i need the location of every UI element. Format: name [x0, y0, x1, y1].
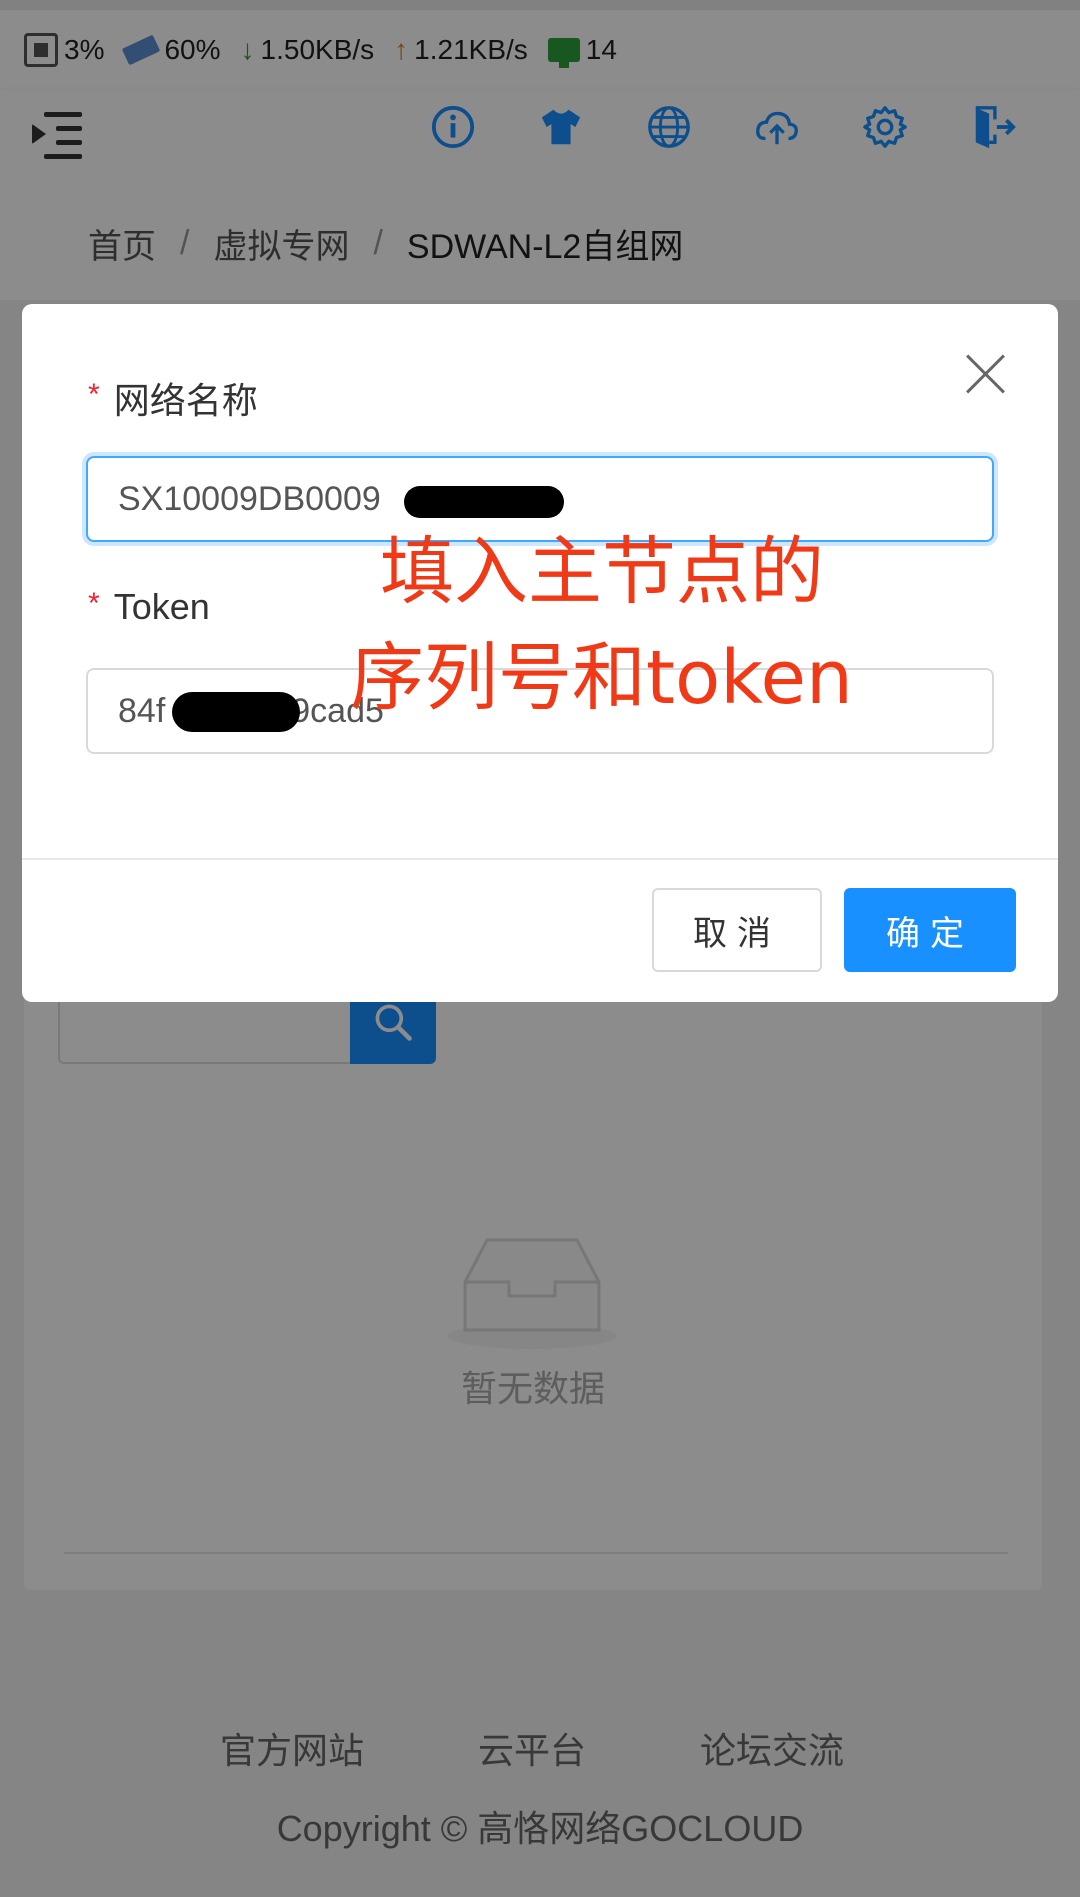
- close-icon[interactable]: [966, 354, 1006, 394]
- required-mark: *: [88, 587, 100, 620]
- redaction-mark: [172, 692, 300, 732]
- annotation-line-2: 序列号和token: [350, 635, 853, 721]
- modal-footer-divider: [22, 858, 1058, 860]
- confirm-button[interactable]: 确定: [844, 888, 1016, 972]
- token-label: * Token: [88, 586, 210, 627]
- annotation-line-1: 填入主节点的: [380, 529, 824, 615]
- required-mark: *: [88, 378, 100, 411]
- cancel-button[interactable]: 取消: [652, 888, 822, 972]
- network-name-label: * 网络名称: [88, 378, 258, 421]
